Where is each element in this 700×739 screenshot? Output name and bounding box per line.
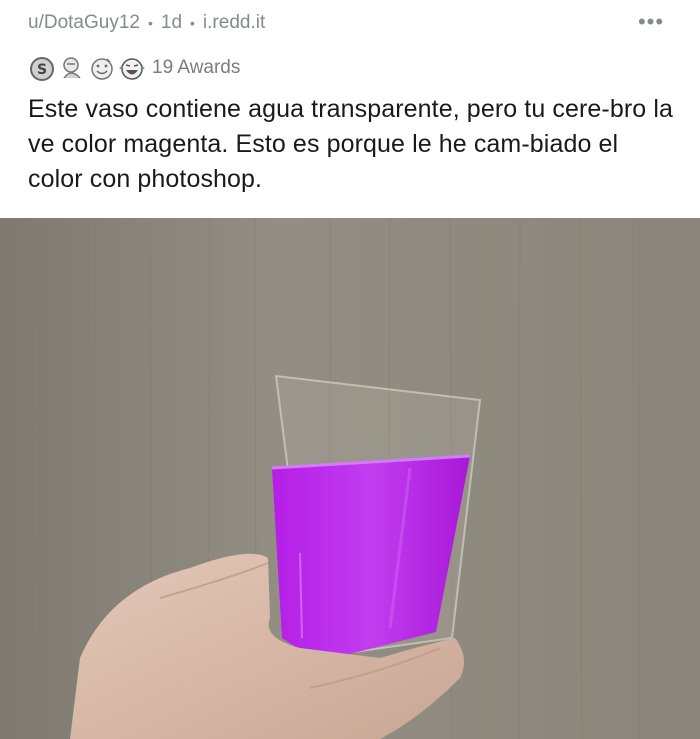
post-age: 1d	[160, 12, 183, 33]
awards-count[interactable]: 19 Awards	[152, 57, 240, 79]
separator-dot: •	[190, 15, 195, 31]
author-link[interactable]: u/DotaGuy12	[28, 12, 140, 34]
silver-award-icon[interactable]: S	[28, 54, 56, 82]
post-image[interactable]	[0, 218, 700, 739]
laughing-award-icon[interactable]	[118, 54, 146, 82]
domain-link[interactable]: i.redd.it	[203, 12, 265, 34]
more-options-button[interactable]: •••	[636, 9, 666, 34]
separator-dot: •	[147, 15, 153, 31]
helpful-award-icon[interactable]	[58, 54, 86, 82]
svg-text:S: S	[37, 62, 47, 78]
awards-bar[interactable]: S 19 Awards	[28, 52, 240, 84]
post-title[interactable]: Este vaso contiene agua transparente, pe…	[28, 92, 678, 197]
post-meta: u/DotaGuy12 • 1d • i.redd.it	[28, 8, 672, 38]
wholesome-award-icon[interactable]	[88, 54, 116, 82]
